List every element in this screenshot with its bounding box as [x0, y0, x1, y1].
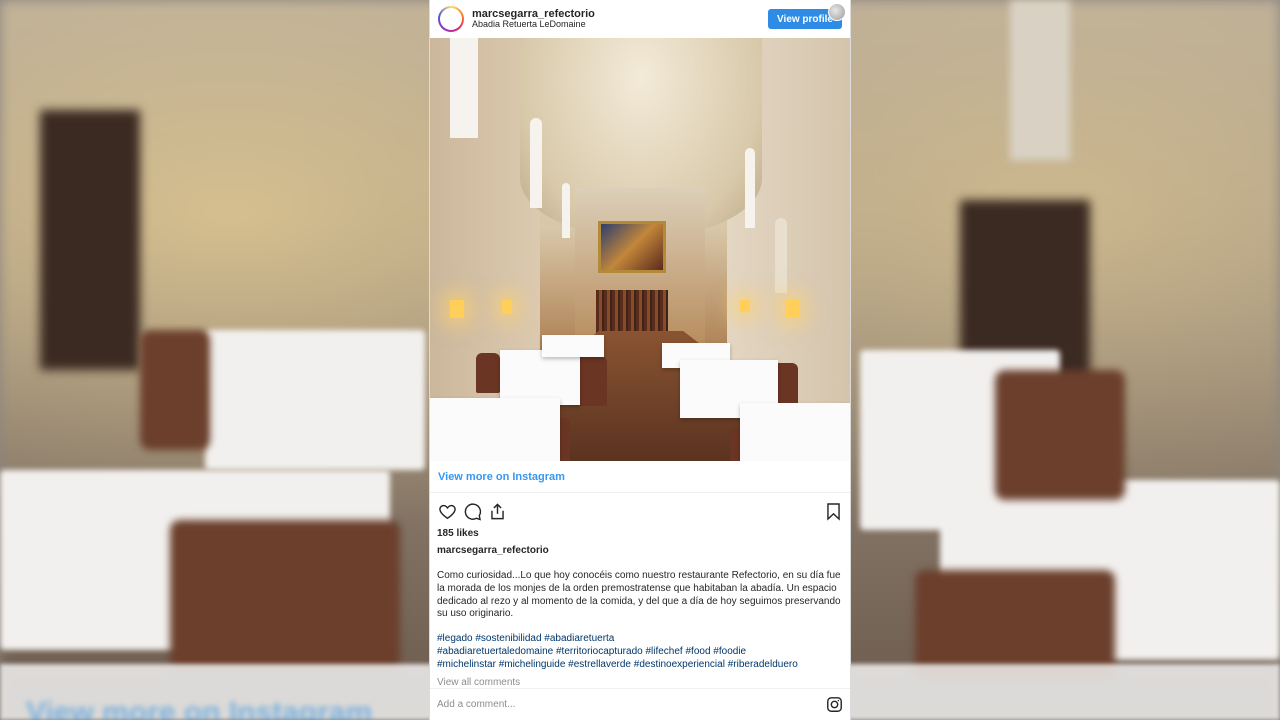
photo-painting: [598, 221, 666, 273]
backdrop-chair: [140, 330, 210, 450]
view-all-comments-link[interactable]: View all comments: [430, 676, 850, 689]
instagram-embed: marcsegarra_refectorio Abadia Retuerta L…: [429, 0, 851, 720]
likes-count[interactable]: 185 likes: [430, 526, 850, 542]
post-header: marcsegarra_refectorio Abadia Retuerta L…: [430, 0, 850, 38]
hashtags[interactable]: #legado #sostenibilidad #abadiaretuerta …: [430, 633, 850, 671]
backdrop-chair: [995, 370, 1125, 500]
backdrop-painting: [40, 110, 140, 370]
viewer-avatar: [828, 3, 846, 21]
post-photo[interactable]: [430, 38, 850, 461]
bookmark-icon[interactable]: [822, 500, 844, 522]
post-caption: Como curiosidad...Lo que hoy conocéis co…: [437, 570, 841, 620]
backdrop-view-more-text: View more on Instagram: [26, 696, 373, 720]
view-more-link[interactable]: View more on Instagram: [430, 461, 850, 493]
hashtag-line[interactable]: #legado #sostenibilidad #abadiaretuerta: [437, 633, 843, 646]
backdrop-chair: [170, 520, 400, 670]
caption-username[interactable]: marcsegarra_refectorio: [430, 544, 850, 558]
backdrop-table: [205, 330, 425, 470]
instagram-icon[interactable]: [826, 696, 843, 713]
comment-bar: Add a comment...: [430, 688, 850, 720]
post-actions: [430, 496, 850, 526]
post-location[interactable]: Abadia Retuerta LeDomaine: [472, 19, 595, 30]
profile-avatar[interactable]: [438, 6, 464, 32]
share-icon[interactable]: [486, 500, 508, 522]
backdrop-window: [1010, 0, 1070, 160]
comment-icon[interactable]: [461, 500, 483, 522]
add-comment-input[interactable]: Add a comment...: [437, 699, 826, 710]
photo-bookshelf: [596, 290, 668, 334]
heart-icon[interactable]: [436, 500, 458, 522]
hashtag-line[interactable]: #abadiaretuertaledomaine #territoriocapt…: [437, 646, 843, 659]
hashtag-line[interactable]: #michelinstar #michelinguide #estrellave…: [437, 659, 843, 672]
